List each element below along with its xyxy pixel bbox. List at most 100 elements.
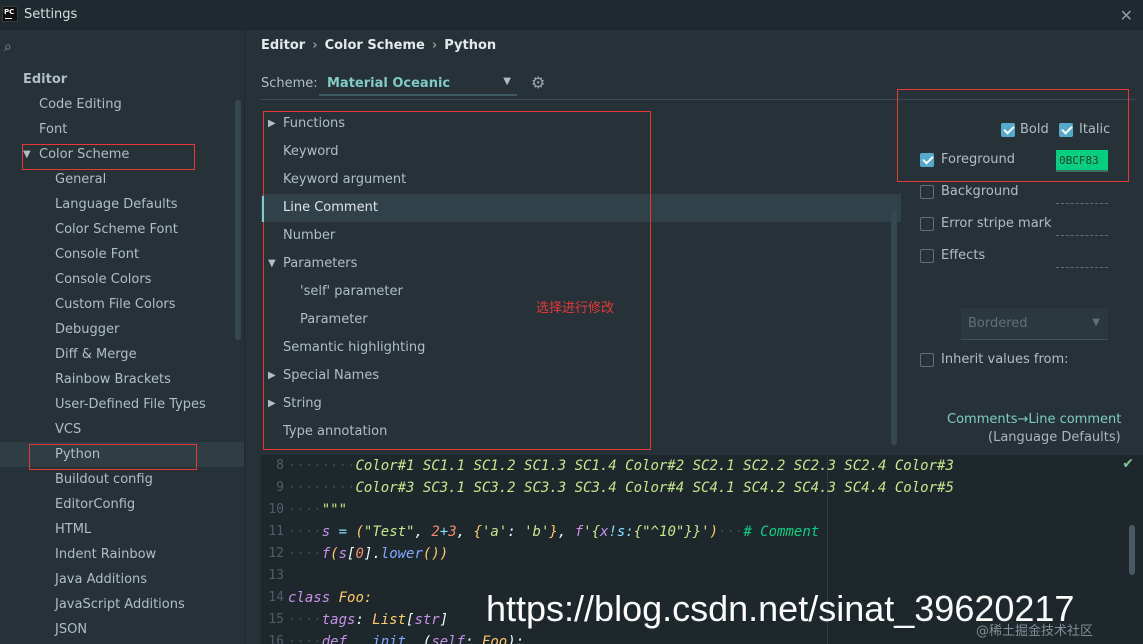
chevron-down-icon: ▼ <box>503 76 511 87</box>
sidebar-item-editorconfig[interactable]: EditorConfig <box>0 492 244 517</box>
sidebar-item-label: JavaScript Additions <box>55 597 185 612</box>
annotation-box-attributes <box>897 89 1129 182</box>
sidebar-item-label: EditorConfig <box>55 497 136 512</box>
sidebar-item-general[interactable]: General <box>0 167 244 192</box>
breadcrumb-item: Python <box>444 38 497 53</box>
sidebar-item-label: Debugger <box>55 322 120 337</box>
effects-dropdown-value: Bordered <box>968 316 1028 331</box>
breadcrumb-item[interactable]: Editor <box>261 38 305 53</box>
annotation-text: 选择进行修改 <box>536 301 615 316</box>
inherit-label: Inherit values from: <box>941 352 1069 367</box>
line-number: 15 <box>268 612 284 627</box>
sidebar-scrollbar[interactable] <box>235 100 241 340</box>
search-icon[interactable]: ⌕ <box>4 39 12 55</box>
sidebar-item-label: Indent Rainbow <box>55 547 157 562</box>
line-number: 9 <box>276 480 284 495</box>
annotation-box-tree <box>263 111 651 450</box>
tree-scrollbar[interactable] <box>891 210 897 445</box>
sidebar-item-label: VCS <box>55 422 82 437</box>
sidebar-item-javascript-additions[interactable]: JavaScript Additions <box>0 592 244 617</box>
line-number-gutter: 8 9 10 11 12 13 14 15 16 <box>261 455 286 644</box>
sidebar-item-rainbow-brackets[interactable]: Rainbow Brackets <box>0 367 244 392</box>
sidebar-item-label: Font <box>39 122 68 137</box>
close-icon[interactable]: ✕ <box>1120 6 1133 25</box>
sidebar-item-label: Language Defaults <box>55 197 178 212</box>
sidebar-item-label: General <box>55 172 107 187</box>
sidebar-item-editor[interactable]: Editor <box>0 67 244 92</box>
background-label: Background <box>941 184 1019 199</box>
effects-checkbox[interactable] <box>920 249 934 263</box>
annotation-box-sidebar <box>29 444 197 470</box>
breadcrumb-item[interactable]: Color Scheme <box>325 38 425 53</box>
sidebar-item-label: Java Additions <box>55 572 148 587</box>
sidebar-item-label: User-Defined File Types <box>55 397 206 412</box>
background-color-swatch[interactable] <box>1056 182 1108 204</box>
line-number: 8 <box>276 458 284 473</box>
error-stripe-label: Error stripe mark <box>941 216 1052 231</box>
sidebar-item-label: Console Font <box>55 247 140 262</box>
sidebar-item-indent-rainbow[interactable]: Indent Rainbow <box>0 542 244 567</box>
sidebar-item-label: Editor <box>23 72 68 87</box>
sidebar-item-language-defaults[interactable]: Language Defaults <box>0 192 244 217</box>
scheme-label: Scheme: <box>261 76 318 91</box>
sidebar-item-label: Console Colors <box>55 272 152 287</box>
line-number: 12 <box>268 546 284 561</box>
sidebar-item-java-additions[interactable]: Java Additions <box>0 567 244 592</box>
inherit-link[interactable]: Comments→Line comment <box>947 412 1121 427</box>
sidebar-item-label: Custom File Colors <box>55 297 176 312</box>
breadcrumb-separator-icon: › <box>312 38 318 53</box>
sidebar-item-label: Diff & Merge <box>55 347 137 362</box>
sidebar-item-label: Color Scheme Font <box>55 222 178 237</box>
sidebar-item-code-editing[interactable]: Code Editing <box>0 92 244 117</box>
code-line: ········Color#1 SC1.1 SC1.2 SC1.3 SC1.4 … <box>288 458 954 474</box>
inherit-checkbox[interactable] <box>920 353 934 367</box>
line-number: 11 <box>268 524 284 539</box>
sidebar-item-label: Buildout config <box>55 472 153 487</box>
effects-color-swatch[interactable] <box>1056 246 1108 268</box>
sidebar-item-buildout-config[interactable]: Buildout config <box>0 467 244 492</box>
code-line: ····f(s[0].lower()) <box>288 546 449 562</box>
title-bar: PC Settings ✕ <box>0 0 1143 30</box>
error-stripe-color-swatch[interactable] <box>1056 214 1108 236</box>
effects-label: Effects <box>941 248 986 263</box>
sidebar-item-label: HTML <box>55 522 92 537</box>
background-checkbox[interactable] <box>920 185 934 199</box>
pycharm-logo-icon: PC <box>2 6 18 22</box>
sidebar-item-font[interactable]: Font <box>0 117 244 142</box>
sidebar-item-user-defined-file-types[interactable]: User-Defined File Types <box>0 392 244 417</box>
settings-sidebar: ⌕ Editor Code Editing Font ▼ Color Scheme Gen… <box>0 30 245 644</box>
window-title: Settings <box>24 7 78 22</box>
sidebar-item-json[interactable]: JSON <box>0 617 244 642</box>
line-number: 14 <box>268 590 284 605</box>
chevron-down-icon: ▼ <box>1092 317 1100 328</box>
code-line: ····""" <box>288 502 348 518</box>
line-number: 16 <box>268 634 284 644</box>
line-number: 13 <box>268 568 284 583</box>
annotation-box-sidebar <box>22 144 195 170</box>
sidebar-item-console-font[interactable]: Console Font <box>0 242 244 267</box>
check-icon: ✔ <box>1122 456 1134 472</box>
error-stripe-checkbox[interactable] <box>920 217 934 231</box>
editor-scrollbar[interactable] <box>1129 525 1135 575</box>
sidebar-item-html[interactable]: HTML <box>0 517 244 542</box>
watermark-small: @稀土掘金技术社区 <box>976 624 1094 639</box>
gear-icon[interactable]: ⚙ <box>531 73 545 92</box>
sidebar-item-diff-merge[interactable]: Diff & Merge <box>0 342 244 367</box>
sidebar-item-vcs[interactable]: VCS <box>0 417 244 442</box>
selection-indicator <box>262 196 264 222</box>
code-line: ····s = ("Test", 2+3, {'a': 'b'}, f'{x!s… <box>288 524 820 540</box>
effects-dropdown[interactable]: Bordered ▼ <box>961 308 1108 340</box>
sidebar-item-console-colors[interactable]: Console Colors <box>0 267 244 292</box>
sidebar-item-custom-file-colors[interactable]: Custom File Colors <box>0 292 244 317</box>
scheme-dropdown-value: Material Oceanic <box>327 76 451 91</box>
sidebar-item-label: Rainbow Brackets <box>55 372 171 387</box>
line-number: 10 <box>268 502 284 517</box>
inherit-source-label: (Language Defaults) <box>988 430 1121 445</box>
sidebar-item-label: Code Editing <box>39 97 122 112</box>
sidebar-item-color-scheme-font[interactable]: Color Scheme Font <box>0 217 244 242</box>
code-line: ········Color#3 SC3.1 SC3.2 SC3.3 SC3.4 … <box>288 480 954 496</box>
sidebar-item-debugger[interactable]: Debugger <box>0 317 244 342</box>
breadcrumb: Editor › Color Scheme › Python <box>261 38 496 53</box>
scheme-dropdown[interactable]: Material Oceanic ▼ <box>319 70 517 96</box>
